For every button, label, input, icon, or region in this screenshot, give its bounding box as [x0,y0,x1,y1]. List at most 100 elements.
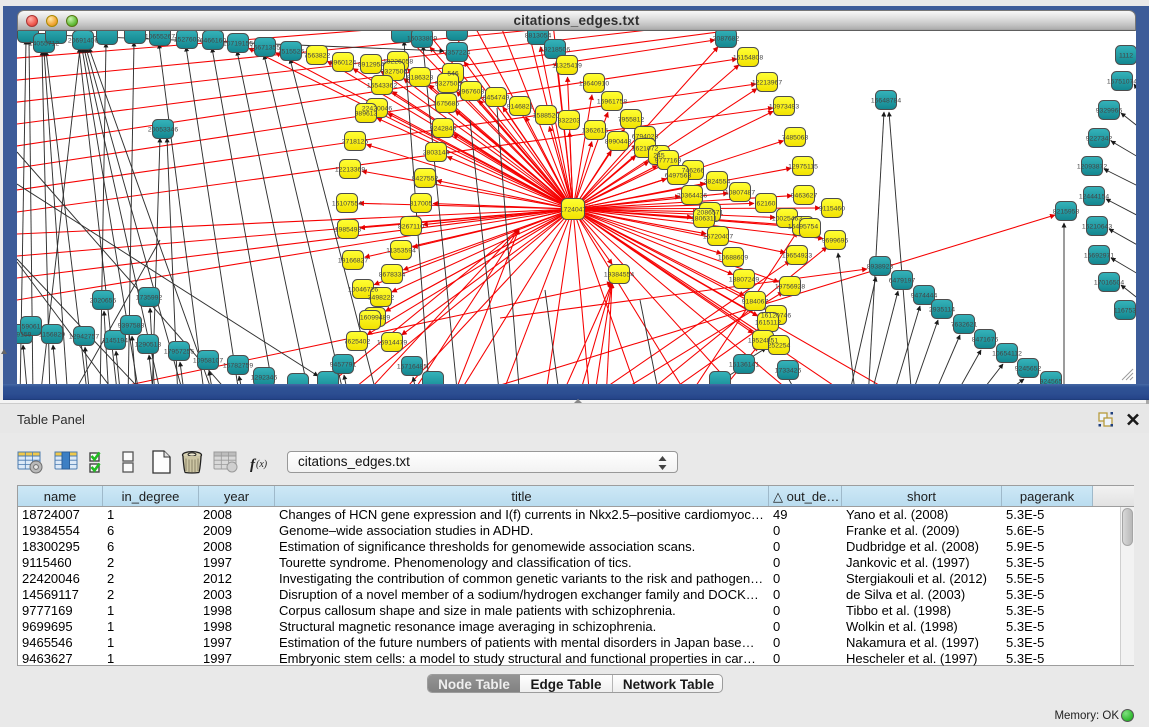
svg-text:16648784: 16648784 [871,98,901,105]
svg-text:10655267: 10655267 [145,34,175,41]
svg-text:8678334: 8678334 [379,272,406,279]
svg-text:9777169: 9777169 [655,158,682,165]
svg-text:7485063: 7485063 [782,135,809,142]
svg-text:3675685: 3675685 [433,101,460,108]
svg-text:18640910: 18640910 [579,81,609,88]
svg-text:1985493: 1985493 [335,227,362,234]
svg-text:9115460: 9115460 [819,206,845,213]
svg-text:10958107: 10958107 [193,358,223,365]
svg-text:2718126: 2718126 [342,139,369,146]
svg-text:1145194: 1145194 [102,338,128,345]
svg-text:10654112: 10654112 [992,351,1022,358]
svg-text:8813054: 8813054 [525,33,552,40]
svg-text:8938923: 8938923 [867,264,894,271]
svg-text:39159: 39159 [17,332,32,339]
svg-text:19166827: 19166827 [338,258,368,265]
svg-text:7563822: 7563822 [304,53,331,60]
svg-text:14055712: 14055712 [29,41,59,48]
svg-text:8215958: 8215958 [1053,209,1080,216]
svg-text:15720407: 15720407 [703,234,733,241]
svg-text:9463627: 9463627 [791,193,818,200]
svg-text:9146821: 9146821 [507,104,534,111]
svg-text:62160: 62160 [757,201,776,208]
svg-text:16033809: 16033809 [407,36,437,43]
svg-text:1735992: 1735992 [136,295,163,302]
svg-text:12975115: 12975115 [788,164,818,171]
svg-text:16154808: 16154808 [733,55,763,62]
svg-text:10046726: 10046726 [348,287,378,294]
svg-text:9397588: 9397588 [118,323,145,330]
svg-text:8186328: 8186328 [407,75,434,82]
svg-text:317005: 317005 [410,201,433,208]
svg-text:9474444: 9474444 [911,293,938,300]
svg-text:8960124: 8960124 [330,60,357,67]
svg-text:15136141: 15136141 [729,362,759,369]
svg-text:252254: 252254 [768,343,791,350]
svg-text:16543362: 16543362 [367,83,397,90]
svg-text:9457791: 9457791 [330,362,357,369]
svg-text:1290513: 1290513 [135,342,162,349]
svg-text:20053346: 20053346 [148,127,178,134]
svg-text:16914479: 16914479 [377,340,407,347]
svg-text:11325419: 11325419 [552,63,582,70]
svg-text:16099489: 16099489 [360,315,390,322]
svg-text:10973493: 10973493 [769,104,799,111]
svg-text:1588520: 1588520 [533,113,560,120]
svg-text:19218506: 19218506 [540,47,570,54]
svg-text:9329966: 9329966 [1096,108,1123,115]
svg-text:16671355: 16671355 [250,45,280,52]
svg-text:16495754: 16495754 [788,224,818,231]
svg-text:6479197: 6479197 [889,278,916,285]
svg-text:12213967: 12213967 [752,80,782,87]
svg-text:2967608: 2967608 [458,89,485,96]
svg-text:10719155: 10719155 [223,41,253,48]
svg-text:9245652: 9245652 [1015,366,1042,373]
svg-text:(x): (x) [256,459,268,470]
svg-text:1724047: 1724047 [560,207,587,214]
svg-text:8471676: 8471676 [972,337,999,344]
svg-text:7632621: 7632621 [951,322,978,329]
svg-text:16210643: 16210643 [1082,224,1112,231]
svg-text:18807249: 18807249 [729,277,759,284]
svg-text:16107554: 16107554 [332,201,362,208]
svg-text:9699695: 9699695 [822,238,849,245]
svg-text:16961758: 16961758 [597,99,627,106]
svg-text:2087682: 2087682 [713,36,740,43]
svg-text:8454749: 8454749 [483,95,510,102]
svg-text:15751074: 15751074 [1107,79,1136,86]
svg-text:10025463: 10025463 [772,216,802,223]
svg-text:19654923: 19654923 [782,253,812,260]
svg-text:19384554: 19384554 [604,272,634,279]
svg-text:116753: 116753 [1114,308,1136,315]
svg-text:9327500: 9327500 [381,69,408,76]
svg-text:9242848: 9242848 [430,126,457,133]
svg-text:1615112: 1615112 [755,320,781,327]
svg-text:1527602: 1527602 [174,37,201,44]
svg-text:7625402: 7625402 [344,339,371,346]
svg-text:1806311: 1806311 [691,216,717,223]
svg-text:10688609: 10688609 [718,255,748,262]
svg-text:1156829: 1156829 [39,332,65,339]
svg-text:832203: 832203 [558,118,581,125]
svg-text:17016504: 17016504 [1094,280,1124,287]
svg-text:9327505: 9327505 [435,81,462,88]
svg-text:12942757: 12942757 [69,334,99,341]
svg-text:2803144: 2803144 [423,150,450,157]
svg-text:7955812: 7955812 [618,117,645,124]
svg-text:546: 546 [447,71,459,78]
svg-text:11353594: 11353594 [386,248,416,255]
svg-text:12444154: 12444154 [1079,194,1109,201]
svg-text:2020655: 2020655 [90,298,117,305]
svg-text:15716485: 15716485 [397,364,427,371]
svg-text:17957255: 17957255 [164,349,194,356]
svg-text:12213369: 12213369 [335,167,365,174]
svg-text:8912954: 8912954 [358,62,385,69]
svg-text:8267110: 8267110 [398,224,424,231]
svg-text:989613: 989613 [355,111,378,118]
svg-text:19756928: 19756928 [775,284,805,291]
svg-text:6497568: 6497568 [665,173,692,180]
svg-text:15692971: 15692971 [1084,253,1114,260]
svg-text:9227342: 9227342 [1086,136,1113,143]
svg-text:1292346: 1292346 [251,375,278,382]
svg-text:7357224: 7357224 [444,50,471,57]
